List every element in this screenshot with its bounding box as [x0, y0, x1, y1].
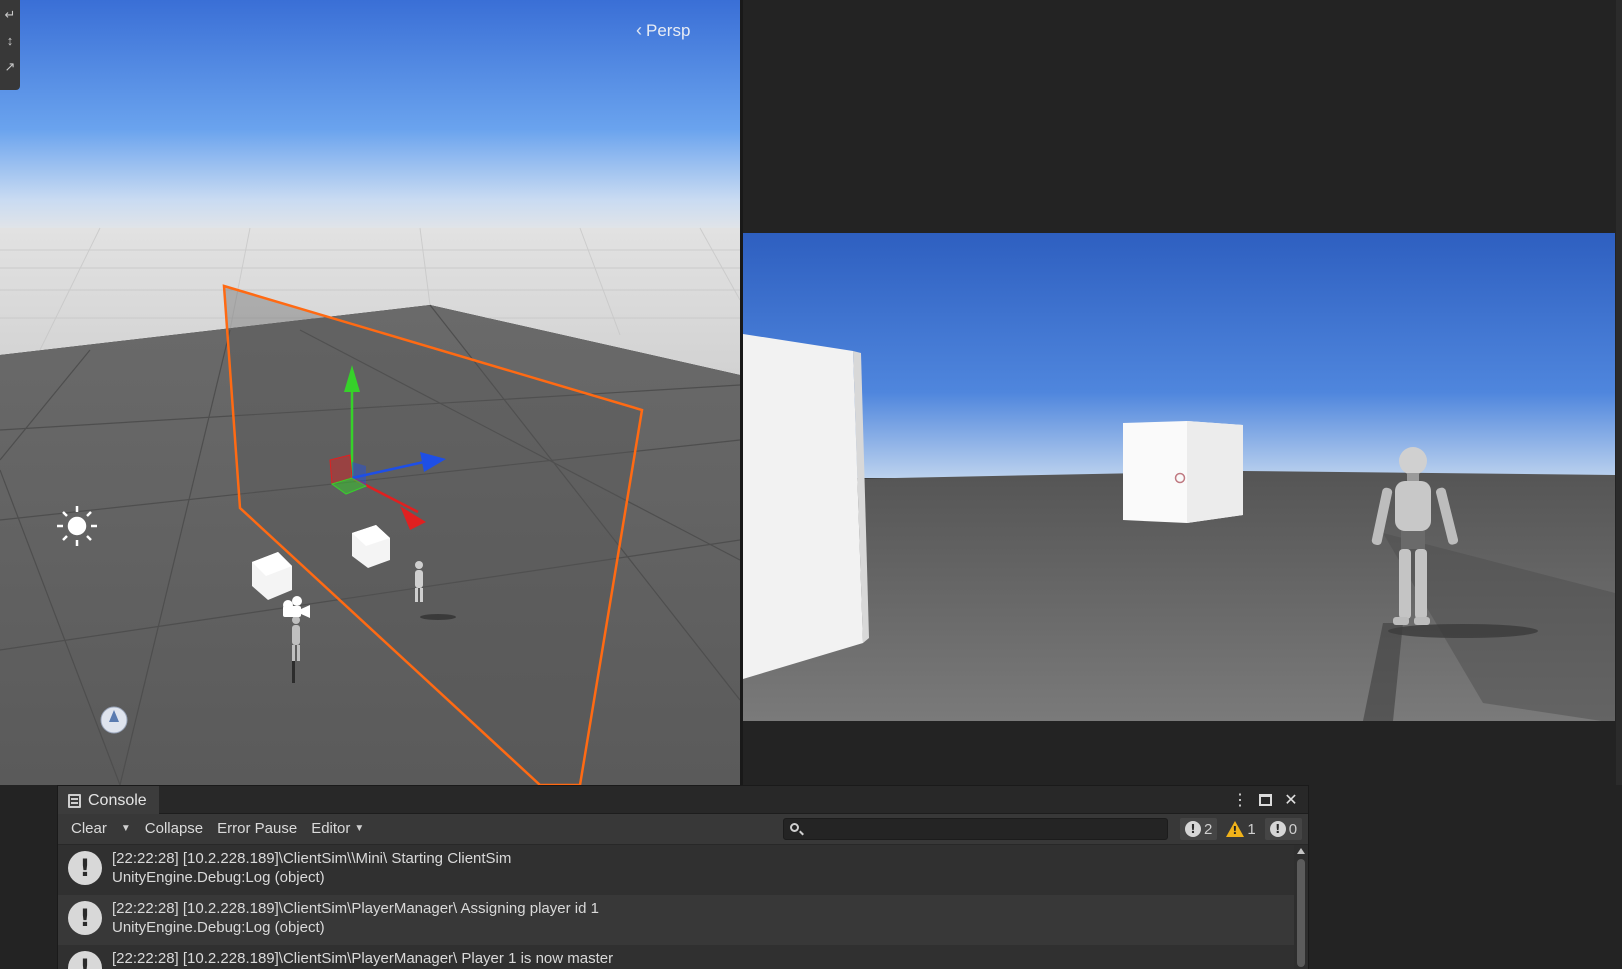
console-search[interactable]: [783, 818, 1168, 840]
scene-view[interactable]: ‹ Persp ↵ ↕ ↗: [0, 0, 740, 785]
editor-label: Editor: [311, 820, 351, 837]
maximize-button[interactable]: [1258, 791, 1272, 809]
console-scrollbar[interactable]: [1294, 845, 1308, 969]
game-view-edge: [1616, 0, 1622, 785]
log-message-icon: !: [68, 851, 102, 885]
console-header: Console ⋮ ✕: [58, 785, 1308, 814]
log-count-toggle[interactable]: ! 2: [1180, 818, 1218, 840]
log-entry-line1: [22:22:28] [10.2.228.189]\ClientSim\Play…: [112, 900, 599, 917]
chevron-down-icon: ▼: [354, 823, 365, 835]
log-message-icon: !: [68, 951, 102, 969]
clear-dropdown-icon[interactable]: ▼: [121, 814, 131, 844]
editor-dropdown[interactable]: Editor ▼: [304, 814, 371, 844]
search-input[interactable]: [806, 820, 1161, 838]
scene-sky: [0, 0, 740, 235]
scale-tool-icon[interactable]: ↗: [3, 58, 17, 76]
unity-editor: ‹ Persp ↵ ↕ ↗ Console ⋮ ✕ Clear ▼ Collap…: [0, 0, 1622, 969]
close-button[interactable]: ✕: [1284, 790, 1298, 810]
move-tool-icon[interactable]: ↵: [3, 6, 17, 24]
game-render-frame[interactable]: [743, 233, 1615, 721]
info-icon: !: [1269, 821, 1286, 837]
scene-tool-strip: ↵ ↕ ↗: [0, 0, 20, 90]
projection-toggle[interactable]: ‹ Persp: [636, 20, 690, 41]
wall-object[interactable]: [743, 334, 869, 679]
log-message-icon: !: [1185, 821, 1201, 837]
tab-console[interactable]: Console: [58, 785, 159, 814]
log-counters: ! 2 ! 1 ! 0: [1180, 818, 1303, 840]
log-entry-line1: [22:22:28] [10.2.228.189]\ClientSim\Play…: [112, 950, 614, 967]
log-entry-text: [22:22:28] [10.2.228.189]\ClientSim\\Min…: [112, 849, 511, 887]
more-options-icon[interactable]: ⋮: [1232, 790, 1248, 810]
log-count: 2: [1204, 820, 1213, 838]
scroll-thumb[interactable]: [1297, 859, 1305, 967]
error-count: 0: [1288, 820, 1298, 838]
log-message-icon: !: [68, 901, 102, 935]
log-entry[interactable]: ! [22:22:28] [10.2.228.189]\ClientSim\Pl…: [58, 895, 1295, 945]
console-window-actions: ⋮ ✕: [1232, 786, 1298, 814]
game-viewport[interactable]: [743, 233, 1615, 721]
console-tab-label: Console: [88, 791, 147, 809]
clear-button[interactable]: Clear ▼: [64, 814, 138, 844]
console-window: Console ⋮ ✕ Clear ▼ Collapse Error Pause …: [57, 785, 1309, 969]
projection-label: Persp: [646, 20, 691, 40]
collapse-toggle[interactable]: Collapse: [138, 814, 210, 844]
log-entry[interactable]: ! [22:22:28] [10.2.228.189]\ClientSim\\M…: [58, 845, 1295, 895]
warning-count: 1: [1247, 820, 1256, 838]
console-tab-icon: [68, 793, 81, 808]
clear-label: Clear: [71, 820, 107, 837]
log-entry-text: [22:22:28] [10.2.228.189]\ClientSim\Play…: [112, 899, 599, 937]
maximize-icon: [1258, 793, 1272, 806]
log-entry-line1: [22:22:28] [10.2.228.189]\ClientSim\\Min…: [112, 850, 512, 867]
scroll-up-icon[interactable]: [1297, 848, 1305, 854]
error-pause-toggle[interactable]: Error Pause: [210, 814, 304, 844]
log-entry[interactable]: ! [22:22:28] [10.2.228.189]\ClientSim\Pl…: [58, 945, 1295, 969]
console-log-list[interactable]: ! [22:22:28] [10.2.228.189]\ClientSim\\M…: [58, 845, 1295, 969]
spawn-point-gizmo-icon[interactable]: [100, 706, 128, 734]
console-toolbar: Clear ▼ Collapse Error Pause Editor ▼ ! 2 …: [58, 814, 1308, 844]
warning-icon: !: [1226, 821, 1245, 837]
error-count-toggle[interactable]: ! 0: [1264, 818, 1303, 840]
scene-viewport[interactable]: [0, 0, 740, 785]
search-icon: [790, 823, 799, 832]
log-entry-line2: UnityEngine.Debug:Log (object): [112, 919, 325, 936]
game-cube-object[interactable]: [1123, 421, 1243, 523]
log-entry-line2: UnityEngine.Debug:Log (object): [112, 869, 325, 886]
chevron-left-icon: ‹: [636, 20, 642, 40]
warning-count-toggle[interactable]: ! 1: [1221, 818, 1261, 840]
rotate-tool-icon[interactable]: ↕: [3, 32, 17, 50]
log-entry-text: [22:22:28] [10.2.228.189]\ClientSim\Play…: [112, 949, 613, 968]
game-view[interactable]: [743, 0, 1622, 785]
